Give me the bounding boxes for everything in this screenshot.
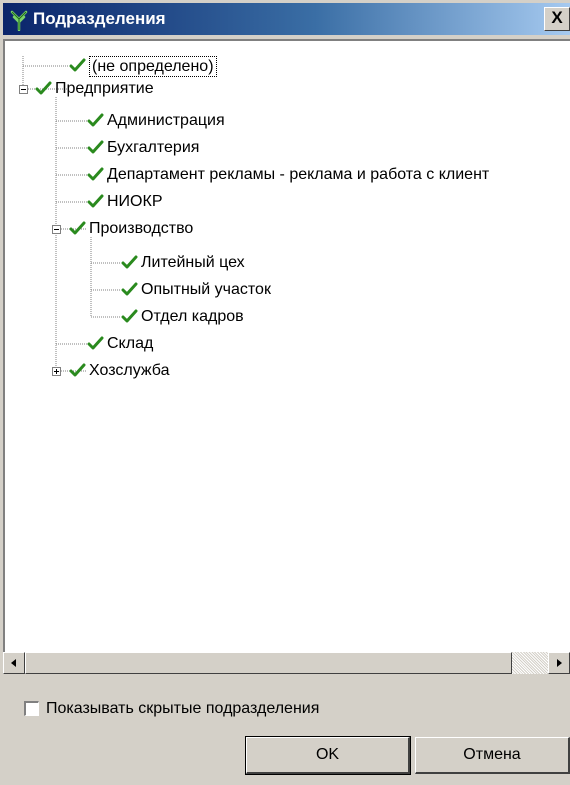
collapse-toggle-proizvodstvo[interactable] — [52, 225, 61, 234]
expand-toggle-khozsluzhba[interactable] — [52, 367, 61, 376]
tree-item-label: Литейный цех — [141, 254, 245, 271]
check-icon — [87, 140, 104, 154]
ok-button[interactable]: OK — [245, 736, 411, 775]
check-icon — [35, 81, 52, 95]
tree-item-label: Опытный участок — [141, 281, 271, 298]
tree-item-label: (не определено) — [89, 56, 217, 77]
horizontal-scrollbar[interactable] — [3, 652, 570, 674]
collapse-toggle-predpriyatie[interactable] — [19, 85, 28, 94]
title-bar[interactable]: Подразделения X — [3, 3, 570, 35]
department-tree[interactable]: (не определено) Предприятие Администраци… — [3, 39, 570, 674]
scroll-left-button[interactable] — [3, 652, 25, 674]
scroll-right-button[interactable] — [548, 652, 570, 674]
tree-item-label: Бухгалтерия — [107, 139, 200, 156]
arrow-right-icon — [557, 659, 562, 667]
departments-app-icon — [10, 10, 28, 31]
cancel-button[interactable]: Отмена — [415, 737, 570, 774]
check-icon — [121, 255, 138, 269]
check-icon — [121, 282, 138, 296]
check-icon — [121, 309, 138, 323]
show-hidden-checkbox[interactable] — [24, 701, 39, 716]
check-icon — [69, 221, 86, 235]
tree-item-label: Предприятие — [55, 80, 154, 97]
check-icon — [87, 194, 104, 208]
tree-item-label: Отдел кадров — [141, 308, 244, 325]
tree-item-label: Хозслужба — [89, 362, 170, 379]
tree-item-label: НИОКР — [107, 193, 163, 210]
check-icon — [87, 336, 104, 350]
show-hidden-label: Показывать скрытые подразделения — [46, 700, 320, 717]
tree-item-label: Склад — [107, 335, 154, 352]
tree-item-label: Департамент рекламы - реклама и работа с… — [107, 166, 490, 183]
tree-item-label: Администрация — [107, 112, 225, 129]
close-button[interactable]: X — [544, 7, 570, 31]
check-icon — [87, 167, 104, 181]
check-icon — [87, 113, 104, 127]
scrollbar-thumb[interactable] — [25, 652, 512, 674]
arrow-left-icon — [11, 659, 16, 667]
window-title: Подразделения — [33, 9, 166, 28]
tree-item-label: Производство — [89, 220, 194, 237]
check-icon — [69, 363, 86, 377]
check-icon — [69, 58, 86, 72]
dialog-window: Подразделения X (не определено) Предприя… — [0, 0, 570, 785]
